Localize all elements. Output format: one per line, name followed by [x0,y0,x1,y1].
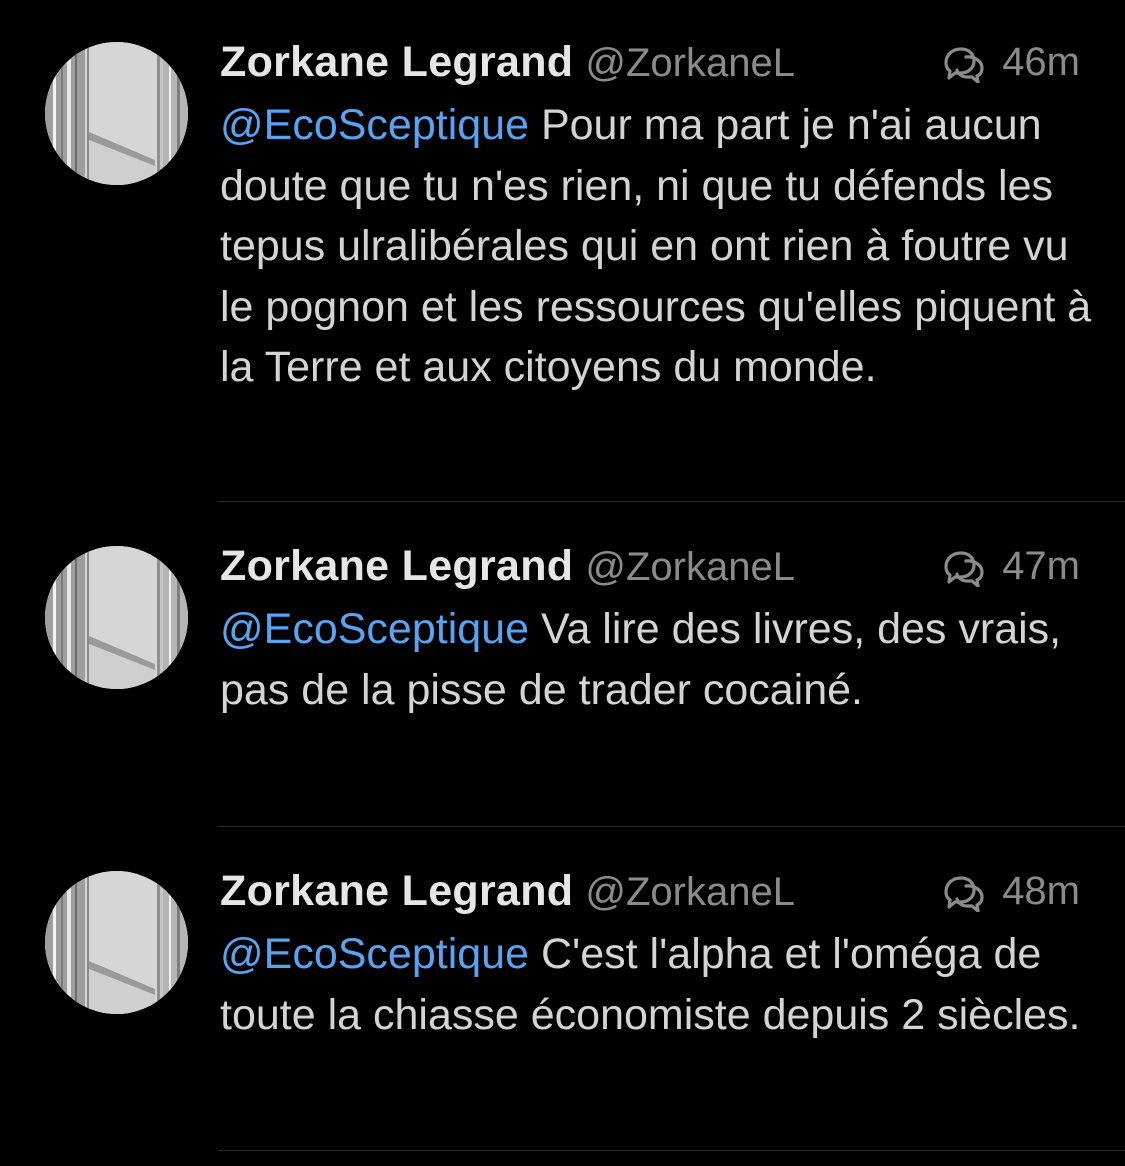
tweet-text: @EcoSceptique C'est l'alpha et l'oméga d… [220,924,1100,1045]
tweet-feed: Zorkane Legrand @ZorkaneL 46m @EcoSceptiq… [0,0,1125,1166]
tweet-header: Zorkane Legrand @ZorkaneL 48m [220,867,1080,919]
divider [218,1150,1125,1151]
user-handle[interactable]: @ZorkaneL [585,41,795,85]
tweet-meta: 47m [940,544,1080,589]
avatar[interactable] [45,42,188,185]
tweet-text: @EcoSceptique Pour ma part je n'ai aucun… [220,95,1100,398]
mention-link[interactable]: @EcoSceptique [220,101,529,149]
display-name[interactable]: Zorkane Legrand [220,867,573,915]
avatar[interactable] [45,546,188,689]
timestamp: 46m [1002,40,1080,84]
avatar[interactable] [45,871,188,1014]
timestamp: 48m [1002,869,1080,913]
display-name[interactable]: Zorkane Legrand [220,38,573,86]
mention-link[interactable]: @EcoSceptique [220,605,529,653]
tweet-text: @EcoSceptique Va lire des livres, des vr… [220,599,1100,720]
tweet-meta: 46m [940,40,1080,85]
conversation-icon[interactable] [940,872,988,912]
tweet-item[interactable]: Zorkane Legrand @ZorkaneL 48m @EcoSceptiq… [0,827,1125,1150]
conversation-icon[interactable] [940,547,988,587]
user-handle[interactable]: @ZorkaneL [585,870,795,914]
avatar-photo [45,871,188,1014]
user-handle[interactable]: @ZorkaneL [585,545,795,589]
tweet-meta: 48m [940,869,1080,914]
tweet-header: Zorkane Legrand @ZorkaneL 47m [220,542,1080,594]
tweet-header: Zorkane Legrand @ZorkaneL 46m [220,38,1080,90]
avatar-photo [45,42,188,185]
tweet-item[interactable]: Zorkane Legrand @ZorkaneL 47m @EcoSceptiq… [0,502,1125,826]
avatar-photo [45,546,188,689]
display-name[interactable]: Zorkane Legrand [220,542,573,590]
tweet-item[interactable]: Zorkane Legrand @ZorkaneL 46m @EcoSceptiq… [0,0,1125,501]
conversation-icon[interactable] [940,43,988,83]
timestamp: 47m [1002,544,1080,588]
mention-link[interactable]: @EcoSceptique [220,930,529,978]
